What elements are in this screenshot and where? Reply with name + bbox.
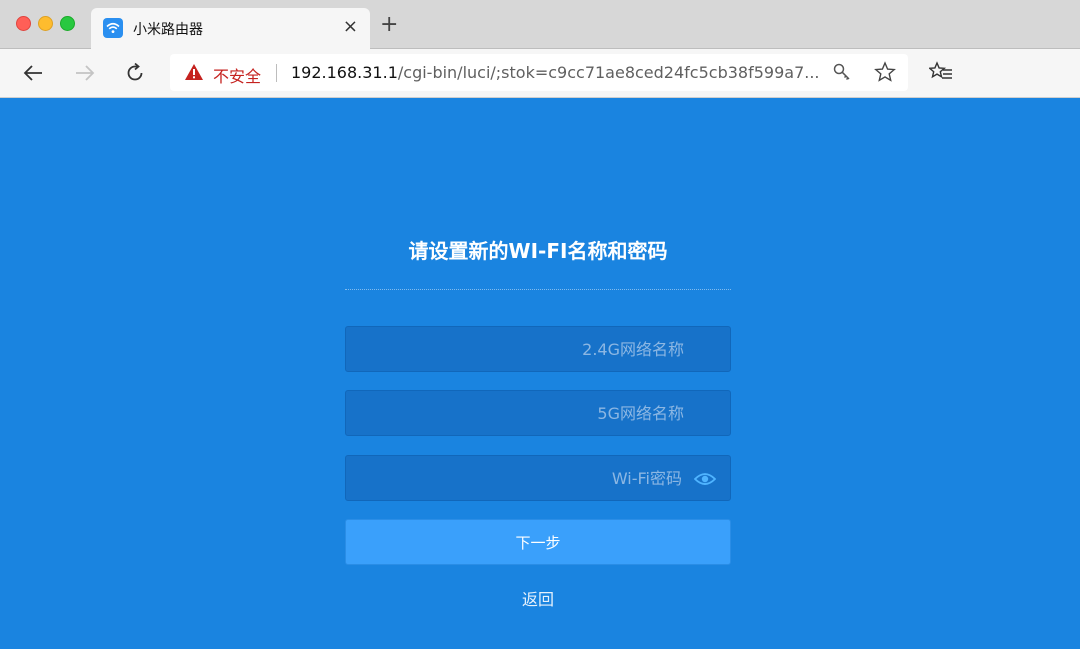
wifi-password-field <box>345 455 731 501</box>
wifi-password-input[interactable] <box>346 456 730 500</box>
star-icon[interactable] <box>874 61 896 87</box>
favorites-list-icon[interactable] <box>927 61 953 87</box>
router-setup-page: 请设置新的WI-FI名称和密码 下一步 返回 <box>0 98 1080 649</box>
tab-close-icon[interactable]: × <box>343 17 358 37</box>
tab-bar: 小米路由器 × + <box>0 0 1080 49</box>
eye-icon[interactable] <box>693 471 717 491</box>
wifi-icon <box>103 18 123 38</box>
browser-toolbar: 不安全 192.168.31.1/cgi-bin/luci/;stok=c9cc… <box>0 49 1080 98</box>
ssid-24g-field <box>345 326 731 372</box>
omnibox-divider <box>276 64 277 82</box>
url-text[interactable]: 192.168.31.1/cgi-bin/luci/;stok=c9cc71ae… <box>291 63 820 82</box>
ssid-24g-input[interactable] <box>346 327 730 371</box>
url-path: /cgi-bin/luci/;stok=c9cc71ae8ced24fc5cb3… <box>397 63 820 82</box>
new-tab-button[interactable]: + <box>380 14 398 36</box>
back-link[interactable]: 返回 <box>345 586 731 610</box>
page-title: 请设置新的WI-FI名称和密码 <box>408 239 668 263</box>
url-host: 192.168.31.1 <box>291 63 398 82</box>
back-arrow-icon[interactable] <box>19 59 47 87</box>
key-icon[interactable] <box>832 62 852 86</box>
ssid-5g-input[interactable] <box>346 391 730 435</box>
next-step-button[interactable]: 下一步 <box>345 519 731 565</box>
forward-arrow-icon[interactable] <box>71 59 99 87</box>
address-bar[interactable]: 不安全 192.168.31.1/cgi-bin/luci/;stok=c9cc… <box>170 54 908 91</box>
warning-icon <box>184 63 204 85</box>
tab-title: 小米路由器 <box>133 22 203 38</box>
zoom-window-button[interactable] <box>60 16 75 31</box>
ssid-5g-field <box>345 390 731 436</box>
minimize-window-button[interactable] <box>38 16 53 31</box>
reload-icon[interactable] <box>121 59 149 87</box>
close-window-button[interactable] <box>16 16 31 31</box>
title-divider <box>345 289 731 290</box>
security-status[interactable]: 不安全 <box>213 63 261 87</box>
browser-tab[interactable]: 小米路由器 × <box>91 8 370 49</box>
